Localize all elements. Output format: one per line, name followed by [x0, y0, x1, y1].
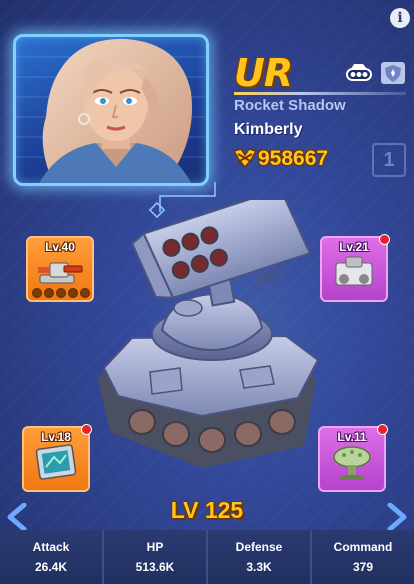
equipment-level: Lv.18 — [41, 430, 71, 444]
stat-value: 379 — [352, 560, 374, 574]
notification-dot — [379, 234, 390, 245]
notification-dot — [377, 424, 388, 435]
power-value: 958667 — [258, 147, 329, 170]
rarity-underline — [234, 92, 406, 95]
equipment-slot-1[interactable]: Lv.40 — [26, 236, 94, 302]
stat-label: HP — [146, 540, 164, 554]
stat-label: Command — [333, 540, 393, 554]
stat-attack: Attack 26.4K — [0, 530, 102, 584]
stat-value: 26.4K — [34, 560, 68, 574]
chassis-icon — [335, 256, 373, 286]
equipment-slot-3[interactable]: Lv.18 — [22, 424, 92, 492]
tank-tread-icon[interactable] — [345, 61, 373, 85]
stat-label: Attack — [32, 540, 70, 554]
equipment-level: Lv.21 — [339, 240, 369, 254]
stat-command: Command 379 — [312, 530, 414, 584]
formation-slot-badge[interactable]: 1 — [372, 143, 406, 177]
unit-level: LV 125 — [170, 497, 244, 523]
unit-name: Rocket Shadow — [234, 97, 346, 114]
rarity-label: UR — [234, 51, 293, 95]
unit-detail-screen: i UR Rocket Shadow Kimberly 958667 1 Lv.… — [0, 0, 414, 584]
equipment-slot-2[interactable]: Lv.21 — [320, 234, 390, 302]
stat-value: 3.3K — [246, 560, 272, 574]
cannon-mount-icon — [333, 446, 371, 480]
star-slot — [44, 288, 54, 298]
tank-model[interactable]: 052 — [90, 200, 330, 480]
equipment-level: Lv.40 — [45, 240, 75, 254]
commander-name: Kimberly — [234, 121, 303, 138]
star-slot — [68, 288, 78, 298]
stat-defense: Defense 3.3K — [208, 530, 310, 584]
armor-shield-icon[interactable] — [379, 61, 407, 85]
star-slot — [80, 288, 90, 298]
stat-value: 513.6K — [135, 560, 175, 574]
stat-hp: HP 513.6K — [104, 530, 206, 584]
stats-bar: Attack 26.4K HP 513.6K Defense 3.3K Comm… — [0, 530, 414, 584]
star-slot — [56, 288, 66, 298]
radar-screen-icon — [35, 444, 77, 480]
star-slot — [32, 288, 42, 298]
power-icon — [232, 148, 258, 169]
cannon-icon — [38, 262, 83, 284]
stat-label: Defense — [235, 540, 283, 554]
equipment-star-row — [32, 288, 90, 298]
